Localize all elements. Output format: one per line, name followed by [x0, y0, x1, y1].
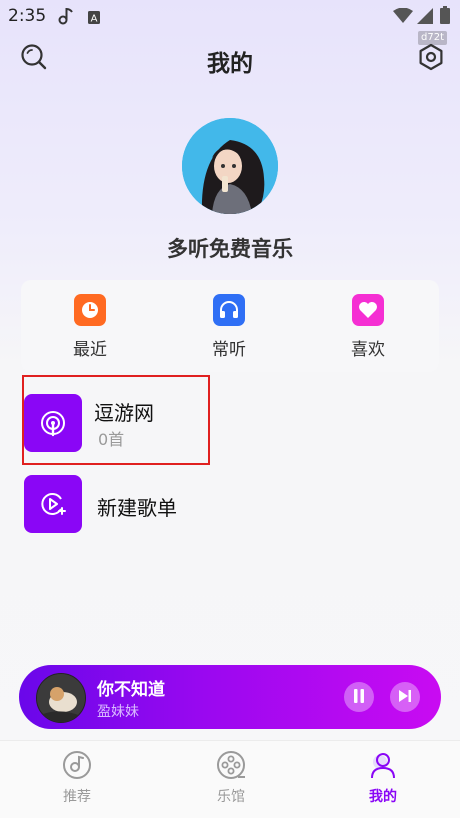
music-note-icon	[58, 7, 74, 29]
tab-label: 乐馆	[217, 789, 245, 805]
tab-music-hall[interactable]: 乐馆	[191, 750, 271, 806]
quick-action-label: 最近	[73, 340, 107, 360]
add-playlist-icon	[24, 475, 82, 533]
quick-action-label: 常听	[212, 340, 246, 360]
tab-label: 推荐	[63, 789, 91, 805]
bottom-nav: 推荐 乐馆 我的	[0, 740, 460, 818]
quick-action-frequent[interactable]: 常听	[179, 294, 279, 360]
quick-action-label: 喜欢	[351, 340, 385, 360]
pause-button[interactable]	[344, 682, 374, 712]
svg-text:A: A	[91, 14, 98, 25]
mini-player[interactable]: 你不知道 盈妹妹	[19, 665, 441, 729]
page-title: 我的	[207, 51, 253, 77]
film-reel-icon	[216, 751, 246, 784]
now-playing-title: 你不知道	[97, 680, 165, 700]
battery-icon	[440, 6, 450, 28]
a-icon: A	[88, 9, 100, 28]
tab-mine[interactable]: 我的	[343, 750, 423, 806]
pause-icon	[353, 688, 365, 707]
tab-recommend[interactable]: 推荐	[37, 750, 117, 806]
signal-icon	[417, 8, 433, 28]
wifi-icon	[393, 7, 413, 28]
tab-label: 我的	[369, 789, 397, 805]
avatar[interactable]	[182, 118, 278, 214]
headphones-icon	[213, 294, 245, 326]
quick-action-liked[interactable]: 喜欢	[318, 294, 418, 360]
settings-icon	[416, 42, 446, 76]
quick-actions-card: 最近 常听 喜欢	[21, 280, 439, 372]
album-cover	[36, 673, 86, 723]
heart-icon	[352, 294, 384, 326]
status-bar: 2:35 A d72t	[0, 0, 460, 45]
skip-next-icon	[398, 688, 412, 707]
quick-action-recent[interactable]: 最近	[40, 294, 140, 360]
clock-icon	[74, 294, 106, 326]
profile-name: 多听免费音乐	[167, 237, 293, 261]
now-playing-artist: 盈妹妹	[97, 704, 139, 720]
settings-button[interactable]	[414, 42, 448, 76]
playlist-title: 新建歌单	[97, 496, 177, 520]
status-time: 2:35	[8, 6, 47, 26]
disc-icon	[62, 751, 92, 784]
selection-highlight	[22, 375, 210, 465]
next-track-button[interactable]	[390, 682, 420, 712]
new-playlist-button[interactable]: 新建歌单	[24, 475, 434, 535]
user-icon	[368, 753, 398, 784]
